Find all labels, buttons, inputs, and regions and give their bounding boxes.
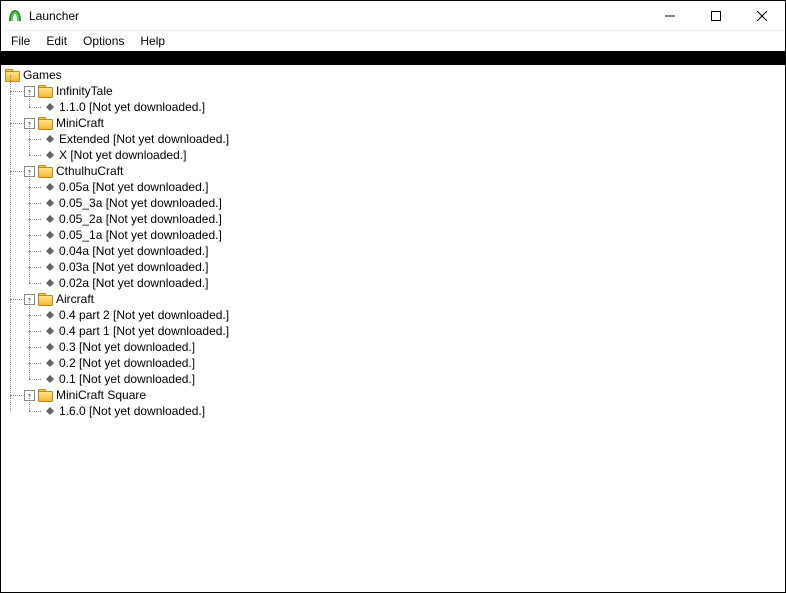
tree-version-row[interactable]: Extended [Not yet downloaded.] [43, 131, 785, 147]
tree-game-label: CthulhuCraft [56, 164, 123, 179]
tree-version-row[interactable]: 1.1.0 [Not yet downloaded.] [43, 99, 785, 115]
title-bar: Launcher [1, 1, 785, 31]
tree-version-row[interactable]: 0.03a [Not yet downloaded.] [43, 259, 785, 275]
minimize-button[interactable] [647, 1, 693, 31]
bullet-icon [46, 343, 54, 351]
tree-version-row[interactable]: 0.05_3a [Not yet downloaded.] [43, 195, 785, 211]
tree-game-row[interactable]: -MiniCraft [24, 115, 785, 131]
tree-version-label: 0.4 part 1 [Not yet downloaded.] [59, 324, 229, 339]
menu-edit[interactable]: Edit [38, 32, 75, 50]
menu-file[interactable]: File [3, 32, 38, 50]
bullet-icon [46, 263, 54, 271]
tree-version-row[interactable]: 0.4 part 2 [Not yet downloaded.] [43, 307, 785, 323]
bullet-icon [46, 199, 54, 207]
bullet-icon [46, 375, 54, 383]
tree-version-label: 0.05_1a [Not yet downloaded.] [59, 228, 222, 243]
game-tree[interactable]: Games-InfinityTale1.1.0 [Not yet downloa… [1, 65, 785, 592]
bullet-icon [46, 231, 54, 239]
tree-version-label: 0.04a [Not yet downloaded.] [59, 244, 208, 259]
app-icon [7, 8, 23, 24]
bullet-icon [46, 151, 54, 159]
bullet-icon [46, 359, 54, 367]
tree-version-label: 1.1.0 [Not yet downloaded.] [59, 100, 205, 115]
tree-version-label: Extended [Not yet downloaded.] [59, 132, 229, 147]
tree-version-label: 0.3 [Not yet downloaded.] [59, 340, 195, 355]
tree-version-label: 0.4 part 2 [Not yet downloaded.] [59, 308, 229, 323]
tree-game-label: Aircraft [56, 292, 94, 307]
close-button[interactable] [739, 1, 785, 31]
tree-version-row[interactable]: 0.05_2a [Not yet downloaded.] [43, 211, 785, 227]
tree-game-row[interactable]: -InfinityTale [24, 83, 785, 99]
bullet-icon [46, 103, 54, 111]
bullet-icon [46, 183, 54, 191]
tree-version-label: 1.6.0 [Not yet downloaded.] [59, 404, 205, 419]
tree-version-row[interactable]: 0.3 [Not yet downloaded.] [43, 339, 785, 355]
tree-version-label: 0.05_3a [Not yet downloaded.] [59, 196, 222, 211]
bullet-icon [46, 279, 54, 287]
tree-game-row[interactable]: -MiniCraft Square [24, 387, 785, 403]
bullet-icon [46, 327, 54, 335]
tree-game-label: InfinityTale [56, 84, 113, 99]
tree-version-label: 0.2 [Not yet downloaded.] [59, 356, 195, 371]
tree-version-row[interactable]: 0.02a [Not yet downloaded.] [43, 275, 785, 291]
tree-game-label: MiniCraft [56, 116, 104, 131]
tree-version-row[interactable]: 0.1 [Not yet downloaded.] [43, 371, 785, 387]
folder-icon [38, 85, 52, 97]
bullet-icon [46, 215, 54, 223]
folder-icon [38, 117, 52, 129]
tree-root-row[interactable]: Games [5, 67, 785, 83]
tree-version-row[interactable]: X [Not yet downloaded.] [43, 147, 785, 163]
tree-version-row[interactable]: 0.2 [Not yet downloaded.] [43, 355, 785, 371]
window-title: Launcher [29, 9, 647, 23]
folder-icon [38, 293, 52, 305]
tree-version-row[interactable]: 0.05a [Not yet downloaded.] [43, 179, 785, 195]
bullet-icon [46, 135, 54, 143]
tree-version-row[interactable]: 0.4 part 1 [Not yet downloaded.] [43, 323, 785, 339]
tree-game-label: MiniCraft Square [56, 388, 146, 403]
menu-help[interactable]: Help [132, 32, 173, 50]
toolbar-strip [1, 51, 785, 65]
tree-version-label: 0.02a [Not yet downloaded.] [59, 276, 208, 291]
bullet-icon [46, 247, 54, 255]
tree-version-row[interactable]: 0.04a [Not yet downloaded.] [43, 243, 785, 259]
menu-bar: File Edit Options Help [1, 31, 785, 51]
tree-version-label: 0.05_2a [Not yet downloaded.] [59, 212, 222, 227]
folder-icon [38, 389, 52, 401]
tree-root-label: Games [23, 68, 62, 83]
tree-version-label: 0.05a [Not yet downloaded.] [59, 180, 208, 195]
tree-version-row[interactable]: 0.05_1a [Not yet downloaded.] [43, 227, 785, 243]
folder-icon [5, 69, 19, 81]
tree-version-label: 0.03a [Not yet downloaded.] [59, 260, 208, 275]
tree-game-row[interactable]: -Aircraft [24, 291, 785, 307]
tree-version-label: X [Not yet downloaded.] [59, 148, 186, 163]
menu-options[interactable]: Options [75, 32, 132, 50]
maximize-button[interactable] [693, 1, 739, 31]
bullet-icon [46, 311, 54, 319]
bullet-icon [46, 407, 54, 415]
tree-game-row[interactable]: -CthulhuCraft [24, 163, 785, 179]
tree-version-row[interactable]: 1.6.0 [Not yet downloaded.] [43, 403, 785, 419]
folder-icon [38, 165, 52, 177]
tree-version-label: 0.1 [Not yet downloaded.] [59, 372, 195, 387]
